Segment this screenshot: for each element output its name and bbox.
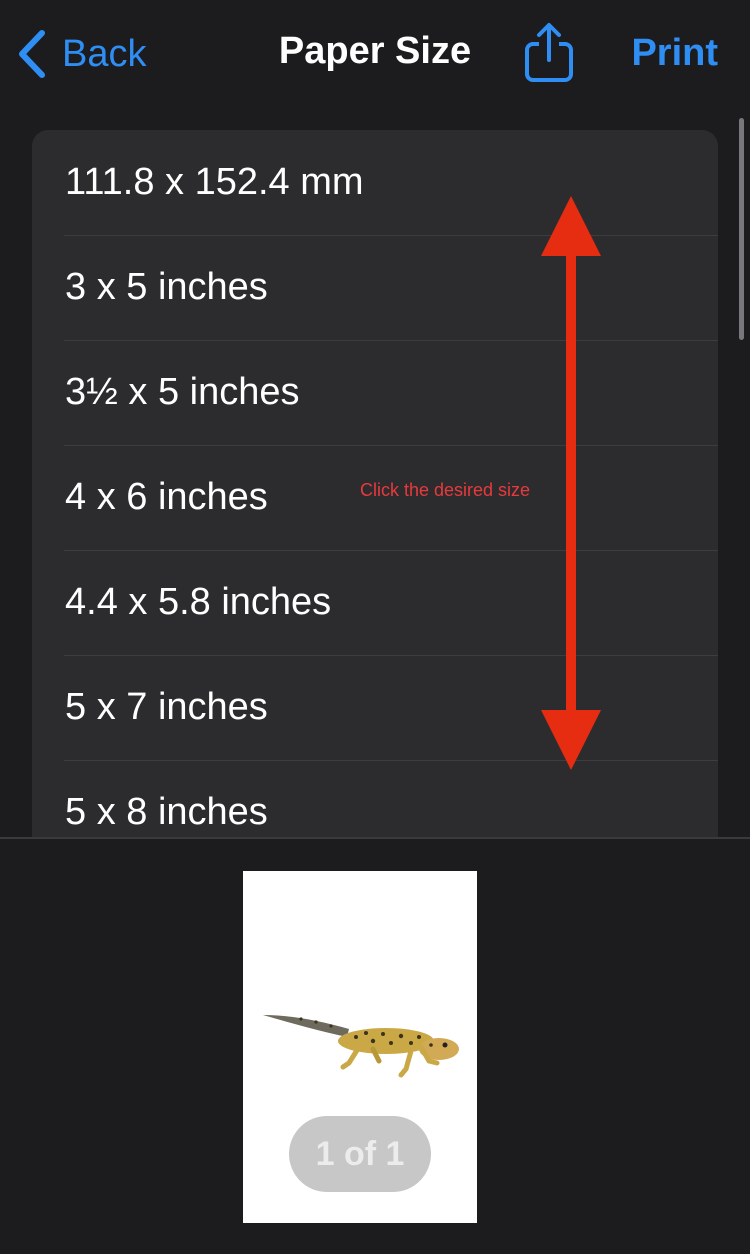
print-preview-area: 1 of 1: [0, 839, 750, 1254]
paper-size-option[interactable]: 111.8 x 152.4 mm: [32, 130, 718, 235]
back-label: Back: [62, 32, 147, 75]
back-button[interactable]: Back: [16, 28, 146, 80]
paper-size-option[interactable]: 5 x 8 inches: [32, 760, 718, 837]
share-button[interactable]: [522, 22, 576, 84]
paper-size-option[interactable]: 5 x 7 inches: [32, 655, 718, 760]
paper-size-option[interactable]: 4 x 6 inches: [32, 445, 718, 550]
navigation-bar: Back Paper Size Print: [0, 0, 750, 110]
page-count-badge: 1 of 1: [289, 1116, 431, 1192]
scrollbar[interactable]: [739, 118, 744, 340]
chevron-left-icon: [16, 29, 48, 79]
preview-page[interactable]: 1 of 1: [243, 871, 477, 1223]
paper-size-option[interactable]: 3 x 5 inches: [32, 235, 718, 340]
print-options-screen: Back Paper Size Print 111.8 x 152.4 mm 3…: [0, 0, 750, 1254]
share-icon: [525, 23, 573, 82]
paper-size-scroll-region[interactable]: 111.8 x 152.4 mm 3 x 5 inches 3½ x 5 inc…: [0, 110, 750, 837]
print-button[interactable]: Print: [631, 32, 718, 75]
paper-size-option[interactable]: 4.4 x 5.8 inches: [32, 550, 718, 655]
paper-size-list: 111.8 x 152.4 mm 3 x 5 inches 3½ x 5 inc…: [32, 130, 718, 837]
paper-size-option[interactable]: 3½ x 5 inches: [32, 340, 718, 445]
gecko-photo: [263, 1015, 459, 1078]
